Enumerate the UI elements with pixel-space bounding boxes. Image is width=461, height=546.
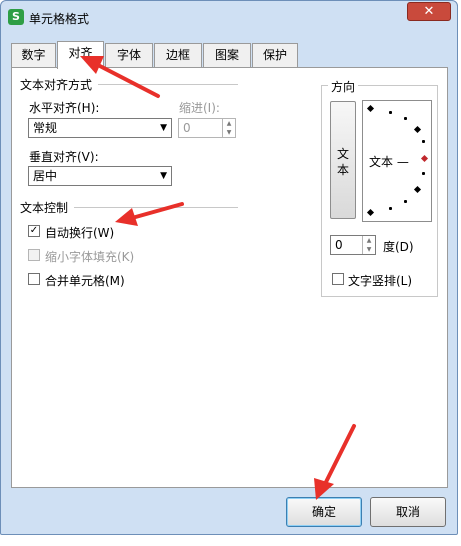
- wps-sheet-icon: S: [8, 9, 24, 25]
- dropdown-arrow-icon: ▼: [160, 123, 167, 133]
- merge-cells-checkbox[interactable]: [28, 273, 40, 285]
- dial-pointer-icon[interactable]: [420, 154, 429, 163]
- horizontal-align-select[interactable]: 常规 ▼: [28, 118, 172, 138]
- wrap-text-checkbox[interactable]: ✓: [28, 225, 40, 237]
- spin-down-icon[interactable]: ▼: [363, 245, 375, 254]
- stacked-text-checkbox[interactable]: [332, 273, 344, 285]
- text-control-section-title: 文本控制: [20, 201, 69, 215]
- indent-label: 缩进(I):: [179, 101, 220, 115]
- dial-tick-minus90: [366, 208, 375, 217]
- orientation-dial[interactable]: 文本 —: [362, 100, 432, 222]
- section-divider: [98, 84, 238, 85]
- tab-alignment[interactable]: 对齐: [57, 41, 104, 69]
- dial-text: 文本 —: [369, 155, 409, 169]
- dropdown-arrow-icon: ▼: [160, 171, 167, 181]
- horizontal-align-value: 常规: [33, 121, 58, 135]
- spin-up-icon[interactable]: ▲: [223, 119, 235, 128]
- spinner-buttons[interactable]: ▲ ▼: [222, 119, 235, 137]
- alignment-tab-panel: 文本对齐方式 水平对齐(H): 常规 ▼ 缩进(I): 0 ▲ ▼ 垂直对齐(V…: [11, 67, 448, 488]
- section-divider: [74, 207, 238, 208]
- vertical-text-char: 文: [336, 147, 349, 161]
- tab-number[interactable]: 数字: [11, 43, 56, 67]
- tab-patterns[interactable]: 图案: [203, 43, 251, 67]
- dial-tick: [389, 111, 392, 114]
- dial-tick: [404, 117, 407, 120]
- degrees-value: 0: [335, 238, 343, 252]
- indent-value: 0: [183, 121, 191, 135]
- dial-tick-45: [413, 125, 422, 134]
- degrees-label: 度(D): [383, 240, 414, 254]
- tab-protection[interactable]: 保护: [252, 43, 298, 67]
- shrink-to-fit-checkbox[interactable]: [28, 249, 40, 261]
- wrap-text-label[interactable]: 自动换行(W): [45, 224, 114, 241]
- spinner-buttons[interactable]: ▲ ▼: [362, 236, 375, 254]
- dial-tick: [404, 200, 407, 203]
- dial-tick: [389, 207, 392, 210]
- degrees-spinner[interactable]: 0 ▲ ▼: [330, 235, 376, 255]
- vertical-align-value: 居中: [33, 169, 58, 183]
- vertical-align-label: 垂直对齐(V):: [29, 150, 99, 164]
- merge-cells-label[interactable]: 合并单元格(M): [45, 272, 125, 289]
- ok-button[interactable]: 确定: [286, 497, 362, 527]
- dial-tick: [422, 172, 425, 175]
- title-bar[interactable]: S 单元格格式 ✕: [1, 1, 457, 33]
- orientation-section-title: 方向: [328, 78, 359, 95]
- dialog-title: 单元格格式: [29, 12, 90, 26]
- tab-border[interactable]: 边框: [154, 43, 202, 67]
- stacked-text-label[interactable]: 文字竖排(L): [348, 272, 412, 289]
- dial-tick-minus45: [413, 185, 422, 194]
- vertical-text-button[interactable]: 文 本: [330, 101, 356, 219]
- horizontal-align-label: 水平对齐(H):: [29, 101, 100, 115]
- shrink-to-fit-label: 缩小字体填充(K): [45, 250, 135, 264]
- format-cells-dialog: S 单元格格式 ✕ 数字 对齐 字体 边框 图案 保护 文本对齐方式 水平对齐(…: [0, 0, 458, 535]
- text-alignment-section-title: 文本对齐方式: [20, 78, 93, 92]
- dial-tick: [422, 140, 425, 143]
- vertical-align-select[interactable]: 居中 ▼: [28, 166, 172, 186]
- vertical-text-char: 本: [336, 163, 349, 177]
- tab-font[interactable]: 字体: [105, 43, 153, 67]
- close-button[interactable]: ✕: [407, 2, 451, 21]
- cancel-button[interactable]: 取消: [370, 497, 446, 527]
- indent-spinner[interactable]: 0 ▲ ▼: [178, 118, 236, 138]
- dial-tick-90: [366, 104, 375, 113]
- spin-up-icon[interactable]: ▲: [363, 236, 375, 245]
- spin-down-icon[interactable]: ▼: [223, 128, 235, 137]
